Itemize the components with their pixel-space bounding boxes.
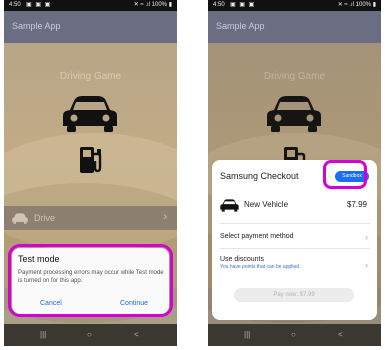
- fuel-pump-icon: [80, 147, 102, 173]
- car-icon: [220, 199, 239, 212]
- discounts-row[interactable]: Use discounts You have points that can b…: [220, 256, 370, 270]
- status-time: 4:50: [213, 2, 225, 8]
- notification-icons: ▣ ▣ ▣: [230, 2, 256, 8]
- payment-method-row[interactable]: Select payment method ›: [220, 232, 370, 242]
- home-button[interactable]: ○: [87, 330, 92, 339]
- recent-apps-button[interactable]: |||: [244, 330, 250, 339]
- product-row: New Vehicle $7.99: [212, 196, 377, 216]
- phone-screen-test-mode: 4:50 ▣ ▣ ▣ ✕ ≈ .ıl 100% ▮ Sample App Dri…: [4, 0, 177, 346]
- discounts-note: You have points that can be applied.: [220, 264, 301, 270]
- home-button[interactable]: ○: [291, 330, 296, 339]
- divider: [220, 223, 370, 224]
- divider: [220, 248, 370, 249]
- chevron-right-icon: ›: [163, 211, 167, 223]
- product-name: New Vehicle: [244, 200, 289, 209]
- chevron-right-icon: ›: [365, 232, 368, 242]
- navigation-bar: ||| ○ <: [4, 324, 177, 346]
- car-icon: [12, 213, 28, 224]
- back-button[interactable]: <: [134, 330, 139, 339]
- status-time: 4:50: [9, 2, 21, 8]
- drive-label: Drive: [34, 213, 56, 223]
- app-bar: Sample App: [208, 11, 381, 43]
- product-price: $7.99: [346, 200, 367, 209]
- highlight-annotation: [8, 244, 173, 317]
- highlight-annotation: [323, 160, 367, 189]
- recent-apps-button[interactable]: |||: [40, 330, 46, 339]
- checkout-title: Samsung Checkout: [220, 171, 299, 181]
- game-title: Driving Game: [59, 71, 122, 82]
- discounts-label: Use discounts: [220, 256, 264, 263]
- navigation-bar: ||| ○ <: [208, 324, 381, 346]
- pay-now-button[interactable]: Pay now: $7.99: [234, 288, 354, 302]
- chevron-right-icon: ›: [365, 260, 368, 270]
- payment-method-label: Select payment method: [220, 233, 294, 240]
- notification-icons: ▣ ▣ ▣: [26, 2, 52, 8]
- signal-battery-icons: ✕ ≈ .ıl 100% ▮: [337, 2, 376, 8]
- status-bar: 4:50 ▣ ▣ ▣ ✕ ≈ .ıl 100% ▮: [208, 0, 381, 11]
- signal-battery-icons: ✕ ≈ .ıl 100% ▮: [133, 2, 172, 8]
- status-bar: 4:50 ▣ ▣ ▣ ✕ ≈ .ıl 100% ▮: [4, 0, 177, 11]
- drive-menu-item[interactable]: Drive ›: [4, 206, 177, 230]
- back-button[interactable]: <: [338, 330, 343, 339]
- car-icon: [63, 96, 117, 132]
- app-title: Sample App: [12, 21, 61, 31]
- app-title: Sample App: [216, 21, 265, 31]
- app-bar: Sample App: [4, 11, 177, 43]
